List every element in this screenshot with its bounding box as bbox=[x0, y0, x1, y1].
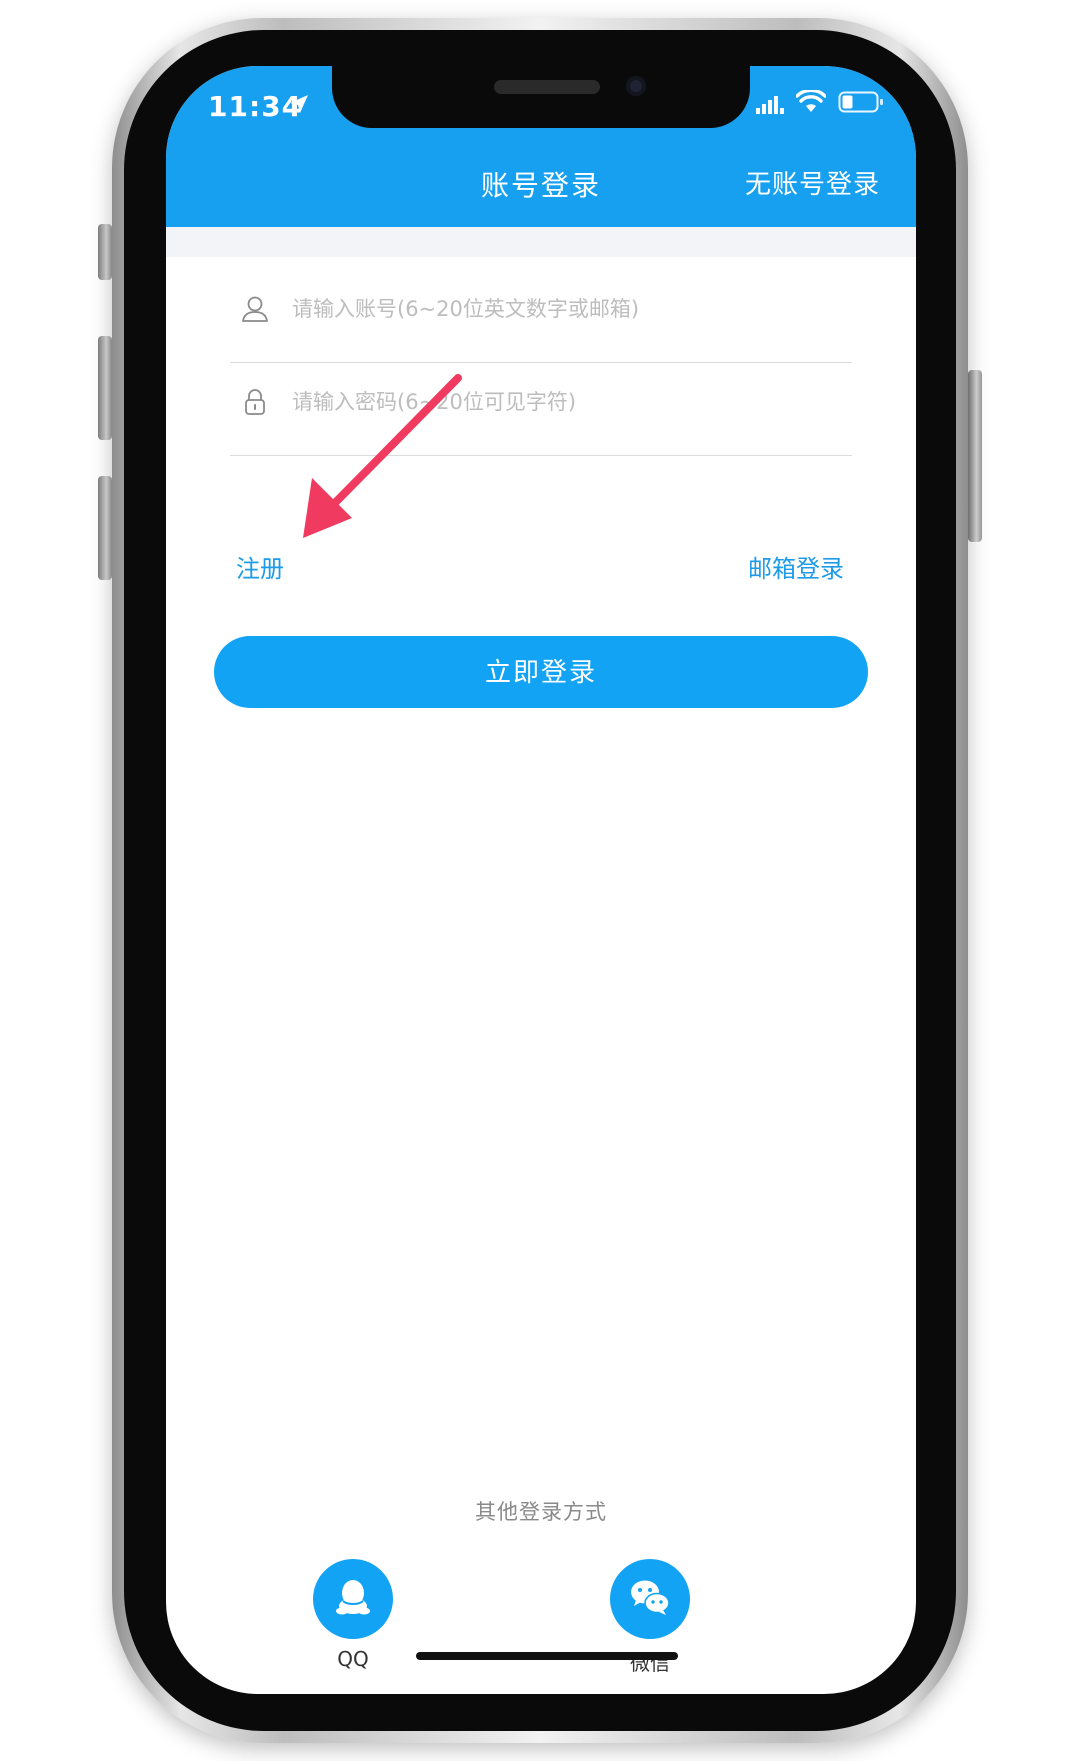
account-input[interactable] bbox=[290, 288, 834, 330]
login-button[interactable]: 立即登录 bbox=[214, 636, 868, 708]
volume-up-button bbox=[98, 336, 112, 440]
qq-login-button[interactable]: QQ bbox=[293, 1559, 413, 1671]
header-separator bbox=[166, 227, 916, 257]
power-button bbox=[968, 370, 982, 542]
other-login-label: 其他登录方式 bbox=[475, 1500, 607, 1524]
password-field-row bbox=[230, 353, 852, 456]
wechat-icon bbox=[631, 1580, 670, 1615]
phone-screen: 11:34 账号登录 无账号登录 请输入账号(6~20位英文数字或邮箱) 注册 … bbox=[166, 66, 916, 1694]
qq-label: QQ bbox=[337, 1647, 369, 1671]
battery-icon bbox=[838, 91, 883, 113]
password-input[interactable] bbox=[290, 381, 834, 423]
volume-down-button bbox=[98, 476, 112, 580]
wechat-icon-circle bbox=[610, 1559, 690, 1639]
earpiece-speaker bbox=[494, 80, 600, 94]
guest-login-button[interactable]: 无账号登录 bbox=[745, 164, 880, 201]
signal-icon bbox=[756, 96, 784, 114]
register-link[interactable]: 注册 bbox=[236, 549, 284, 584]
qq-icon-circle bbox=[313, 1559, 393, 1639]
email-login-link[interactable]: 邮箱登录 bbox=[748, 549, 844, 584]
front-camera bbox=[626, 76, 646, 96]
home-indicator[interactable] bbox=[416, 1652, 678, 1660]
mute-switch bbox=[98, 224, 112, 280]
account-field-row bbox=[230, 260, 852, 363]
location-arrow-icon bbox=[290, 95, 308, 113]
notch bbox=[332, 66, 750, 128]
qq-icon bbox=[336, 1580, 370, 1615]
lock-icon bbox=[245, 389, 265, 415]
user-icon bbox=[242, 296, 268, 322]
page: 11:34 账号登录 无账号登录 请输入账号(6~20位英文数字或邮箱) 注册 … bbox=[0, 0, 1080, 1761]
wifi-icon bbox=[796, 90, 826, 112]
